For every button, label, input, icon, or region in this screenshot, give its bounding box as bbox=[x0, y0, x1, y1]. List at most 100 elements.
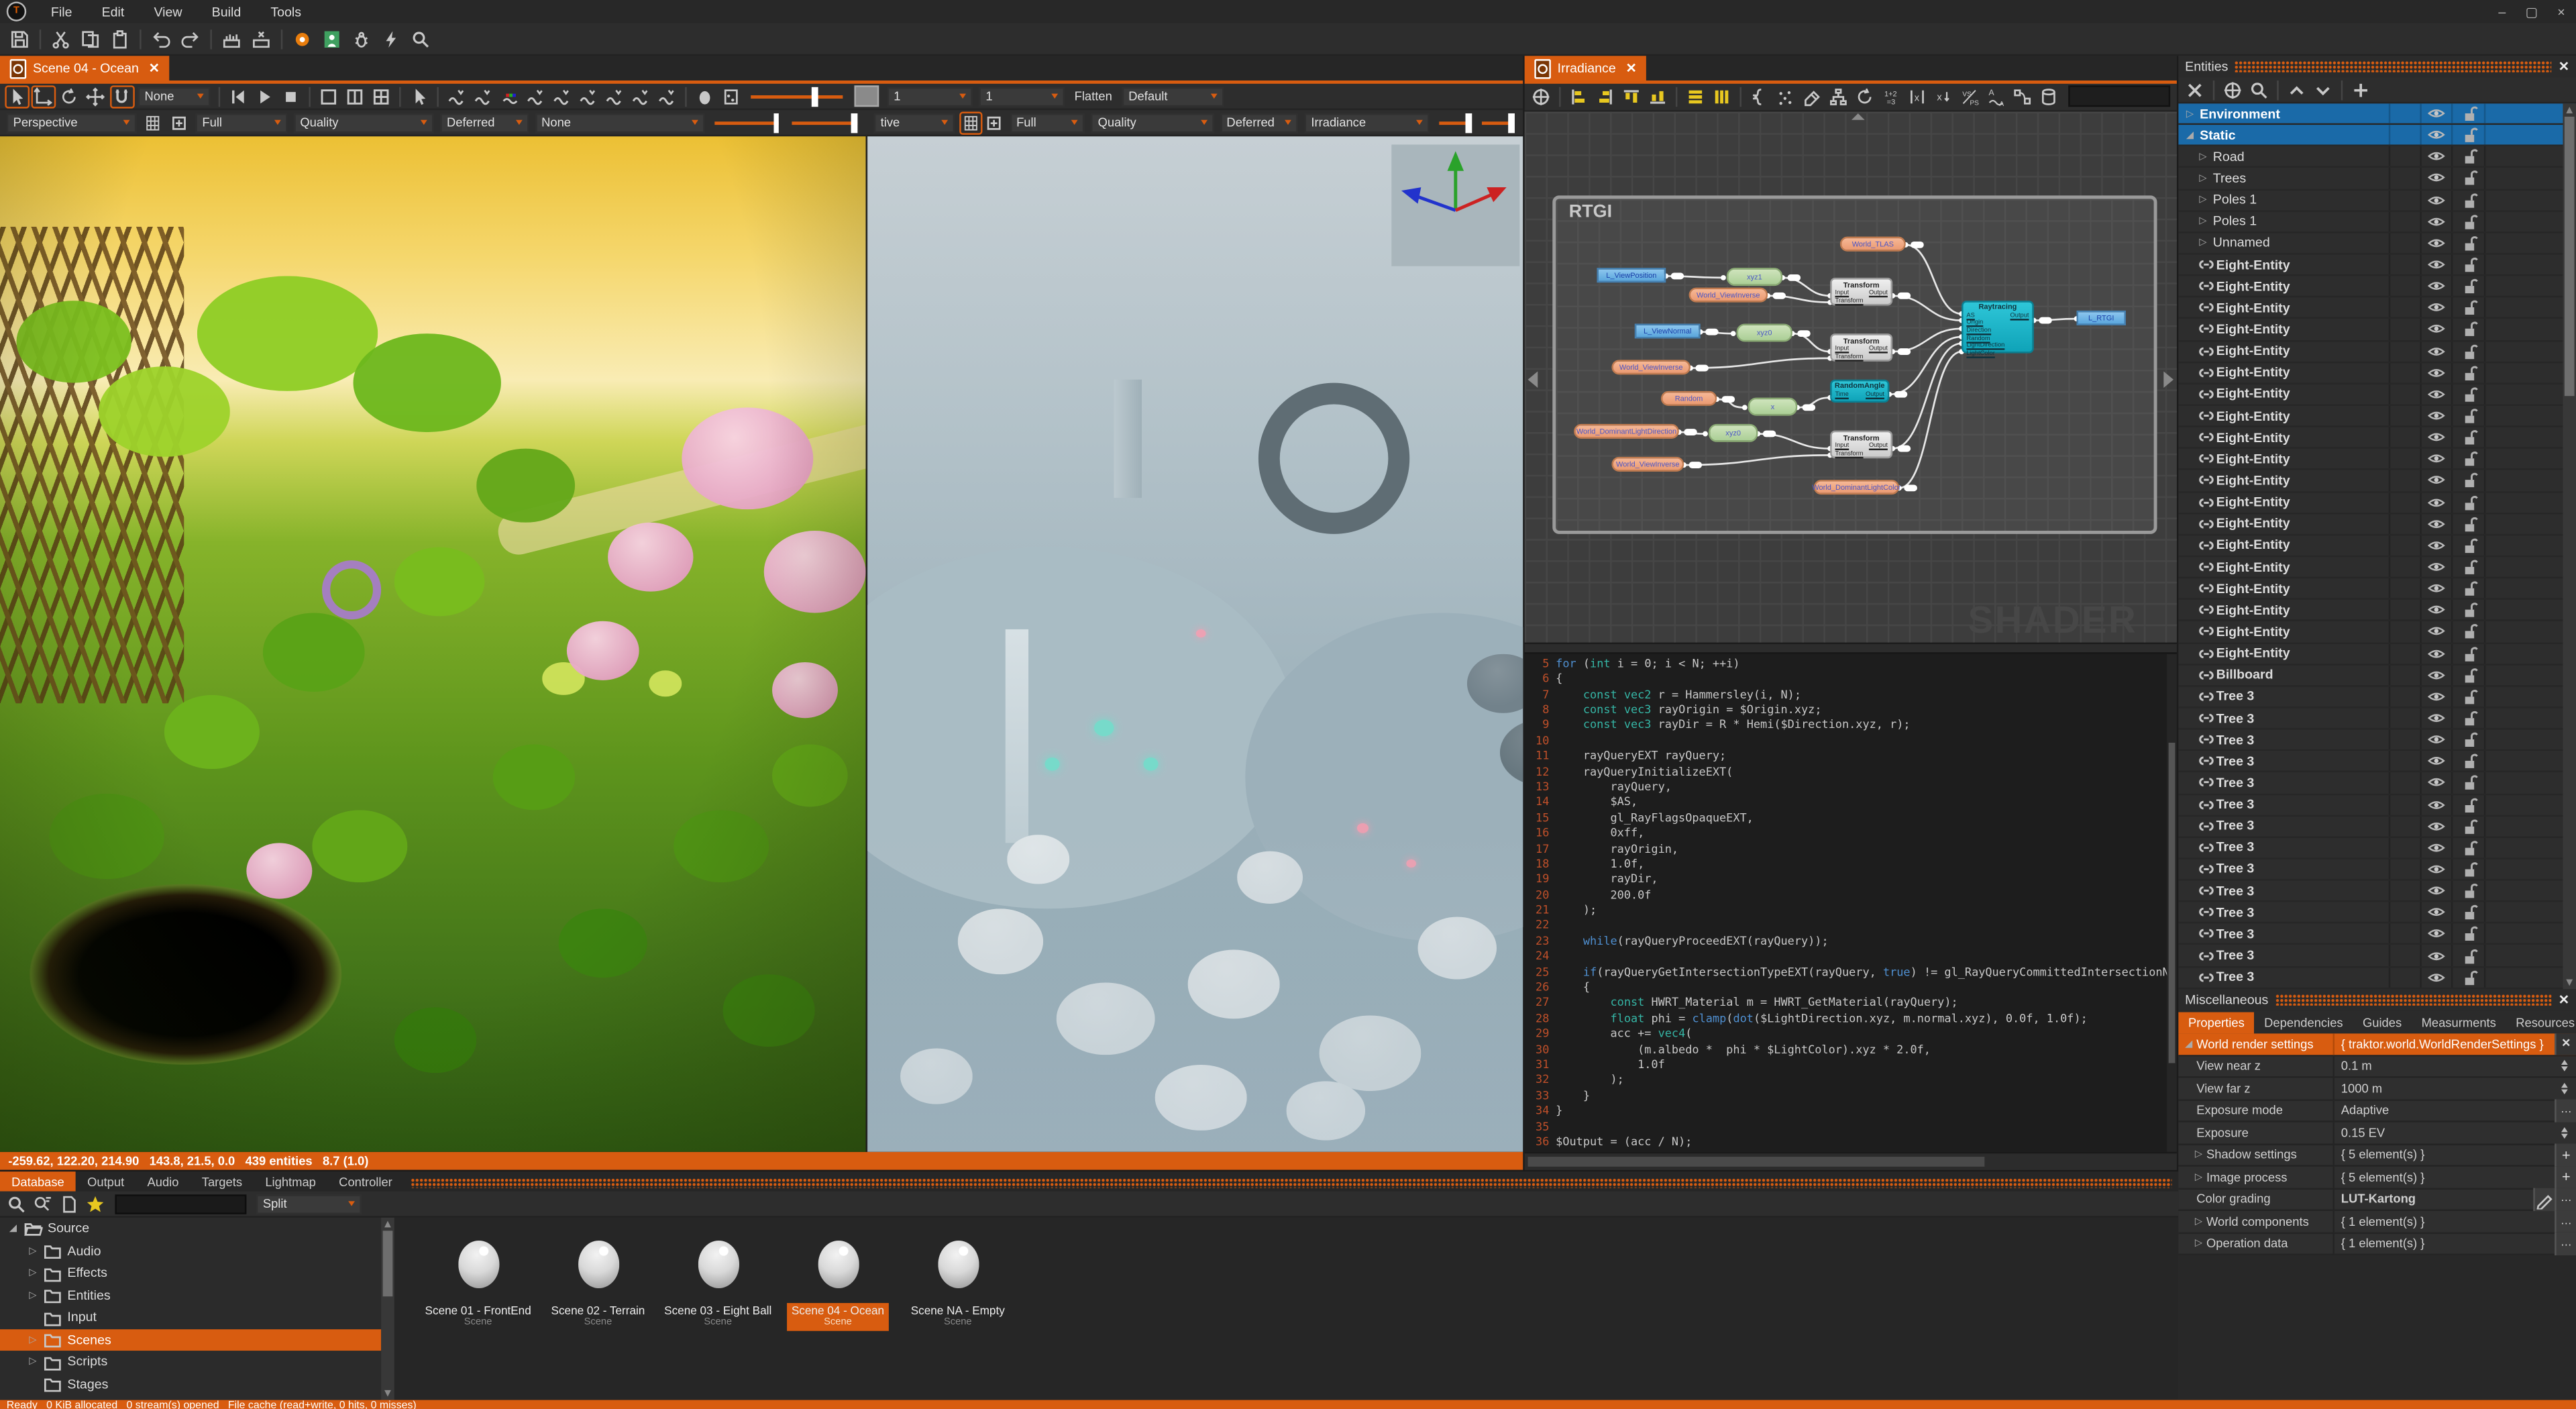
debug-bug-button[interactable] bbox=[348, 26, 374, 51]
flatten-brush[interactable] bbox=[549, 85, 574, 107]
lock-toggle[interactable] bbox=[2451, 924, 2484, 944]
lock-toggle[interactable] bbox=[2451, 233, 2484, 253]
tree-item-scenes[interactable]: ▷Scenes bbox=[0, 1328, 381, 1351]
misc-caption[interactable]: Miscellaneous ✕ bbox=[2178, 989, 2576, 1010]
lock-toggle[interactable] bbox=[2451, 945, 2484, 966]
slider-handle[interactable] bbox=[812, 87, 818, 106]
cut-button[interactable] bbox=[48, 26, 74, 51]
entity-row[interactable]: Tree 3 bbox=[2178, 773, 2576, 794]
expander-icon[interactable]: ◢ bbox=[7, 1223, 20, 1235]
entity-row[interactable]: Eight-Entity bbox=[2178, 362, 2576, 384]
cycle-check-button[interactable] bbox=[1852, 85, 1877, 108]
space-horizontal-button[interactable] bbox=[1709, 85, 1734, 108]
graph-node-xyz0b[interactable]: xyz0 bbox=[1709, 425, 1758, 443]
ellipse-brush[interactable] bbox=[692, 85, 717, 107]
viewport-left-slider[interactable] bbox=[792, 113, 857, 133]
tab-measurments[interactable]: Measurments bbox=[2412, 1012, 2506, 1034]
pointer-mode[interactable] bbox=[407, 85, 431, 107]
viewport-right-size-select[interactable]: Full bbox=[1010, 113, 1085, 133]
property-row[interactable]: Exposure0.15 EV bbox=[2178, 1123, 2576, 1145]
entity-row[interactable]: Tree 3 bbox=[2178, 730, 2576, 751]
visibility-toggle[interactable] bbox=[2420, 622, 2451, 642]
viewport-right-debug-select[interactable]: Irradiance bbox=[1305, 113, 1430, 133]
tab-database[interactable]: Database bbox=[0, 1171, 76, 1191]
expander-icon[interactable]: ▷ bbox=[2196, 238, 2210, 249]
tab-dependencies[interactable]: Dependencies bbox=[2254, 1012, 2353, 1034]
drag-handle[interactable] bbox=[411, 1178, 2172, 1188]
lock-toggle[interactable] bbox=[2451, 406, 2484, 426]
lock-toggle[interactable] bbox=[2451, 643, 2484, 664]
orientation-gizmo[interactable] bbox=[1391, 146, 1519, 267]
slider-handle[interactable] bbox=[1508, 113, 1514, 133]
view-mode-select[interactable]: Split bbox=[256, 1194, 362, 1213]
blender-button[interactable] bbox=[289, 26, 315, 51]
property-value[interactable]: 1000 m bbox=[2333, 1078, 2576, 1099]
scatter-brush[interactable] bbox=[471, 85, 496, 107]
viewport-left-quality-select[interactable]: Quality bbox=[294, 113, 434, 133]
viewport-right-projection-select[interactable]: tive bbox=[874, 113, 955, 133]
entity-row[interactable]: Eight-Entity bbox=[2178, 535, 2576, 557]
shader-graph-canvas[interactable]: RTGI World_TLASL_ViewPositionxyz1World_V… bbox=[1525, 111, 2177, 642]
visibility-toggle[interactable] bbox=[2420, 945, 2451, 966]
snap-tool[interactable] bbox=[109, 85, 134, 107]
visibility-toggle[interactable] bbox=[2420, 384, 2451, 405]
entity-tree-scrollbar[interactable] bbox=[2563, 103, 2576, 989]
lock-toggle[interactable] bbox=[2451, 578, 2484, 598]
brush-size-slider[interactable] bbox=[751, 87, 843, 106]
visibility-toggle[interactable] bbox=[2420, 686, 2451, 707]
entity-row[interactable]: Tree 3 bbox=[2178, 837, 2576, 859]
expander-icon[interactable]: ▷ bbox=[2196, 151, 2210, 162]
lock-toggle[interactable] bbox=[2451, 557, 2484, 577]
entity-row[interactable]: ▷Poles 1 bbox=[2178, 211, 2576, 233]
lock-toggle[interactable] bbox=[2451, 255, 2484, 275]
expander-icon[interactable]: ▷ bbox=[2196, 215, 2210, 227]
graph-node-world_viewinverse3[interactable]: World_ViewInverse bbox=[1611, 458, 1684, 472]
entity-row[interactable]: Tree 3 bbox=[2178, 859, 2576, 881]
property-value[interactable]: { 5 element(s) } bbox=[2333, 1145, 2555, 1165]
entity-row[interactable]: Eight-Entity bbox=[2178, 427, 2576, 449]
value-spinner[interactable] bbox=[2557, 1060, 2573, 1072]
viewport-right-expand-toggle[interactable] bbox=[983, 111, 1006, 134]
entity-row[interactable]: Eight-Entity bbox=[2178, 276, 2576, 298]
entity-row[interactable]: Eight-Entity bbox=[2178, 557, 2576, 578]
entity-row[interactable]: Tree 3 bbox=[2178, 751, 2576, 773]
checker-brush[interactable] bbox=[718, 85, 743, 107]
elevate-brush[interactable] bbox=[523, 85, 548, 107]
graph-node-world_viewinverse1[interactable]: World_ViewInverse bbox=[1689, 288, 1768, 303]
expander-icon[interactable]: ▷ bbox=[2196, 194, 2210, 205]
viewport-left-size-select[interactable]: Full bbox=[196, 113, 287, 133]
property-value[interactable]: LUT-Kartong bbox=[2333, 1189, 2534, 1210]
rebuild-assets-button[interactable] bbox=[248, 26, 274, 51]
lock-toggle[interactable] bbox=[2451, 837, 2484, 857]
locate-entity-button[interactable] bbox=[2220, 78, 2245, 101]
entity-row[interactable]: Eight-Entity bbox=[2178, 298, 2576, 319]
lock-toggle[interactable] bbox=[2451, 341, 2484, 361]
entity-row[interactable]: Eight-Entity bbox=[2178, 622, 2576, 643]
auto-connect-button[interactable]: AA bbox=[1984, 85, 2008, 108]
raise-brush[interactable] bbox=[444, 85, 469, 107]
lock-toggle[interactable] bbox=[2451, 686, 2484, 707]
visibility-toggle[interactable] bbox=[2420, 708, 2451, 728]
menu-build[interactable]: Build bbox=[197, 4, 256, 19]
drag-handle[interactable] bbox=[2235, 61, 2552, 72]
visibility-toggle[interactable] bbox=[2420, 859, 2451, 880]
expander-icon[interactable]: ▷ bbox=[26, 1334, 40, 1345]
source-tree-scrollbar[interactable] bbox=[381, 1218, 394, 1400]
tree-item-stages[interactable]: Stages bbox=[0, 1373, 381, 1395]
pan-left-icon[interactable] bbox=[1528, 371, 1538, 387]
lower-brush[interactable] bbox=[576, 85, 600, 107]
profiler-flash-button[interactable] bbox=[378, 26, 404, 51]
close-button[interactable]: × bbox=[2546, 4, 2576, 19]
search-button[interactable] bbox=[407, 26, 433, 51]
align-bottom-button[interactable] bbox=[1646, 85, 1670, 108]
remove-entity-button[interactable] bbox=[2182, 78, 2207, 101]
property-value[interactable]: Adaptive bbox=[2333, 1100, 2555, 1121]
visibility-toggle[interactable] bbox=[2420, 168, 2451, 189]
move-up-button[interactable] bbox=[2284, 78, 2309, 101]
tree-item-input[interactable]: Input bbox=[0, 1306, 381, 1328]
save-button[interactable] bbox=[7, 26, 33, 51]
graph-node-world_viewinverse2[interactable]: World_ViewInverse bbox=[1611, 360, 1690, 375]
lock-toggle[interactable] bbox=[2451, 902, 2484, 923]
graph-node-transform3[interactable]: TransformInputTransformOutput bbox=[1830, 431, 1892, 459]
tab-properties[interactable]: Properties bbox=[2178, 1012, 2254, 1034]
